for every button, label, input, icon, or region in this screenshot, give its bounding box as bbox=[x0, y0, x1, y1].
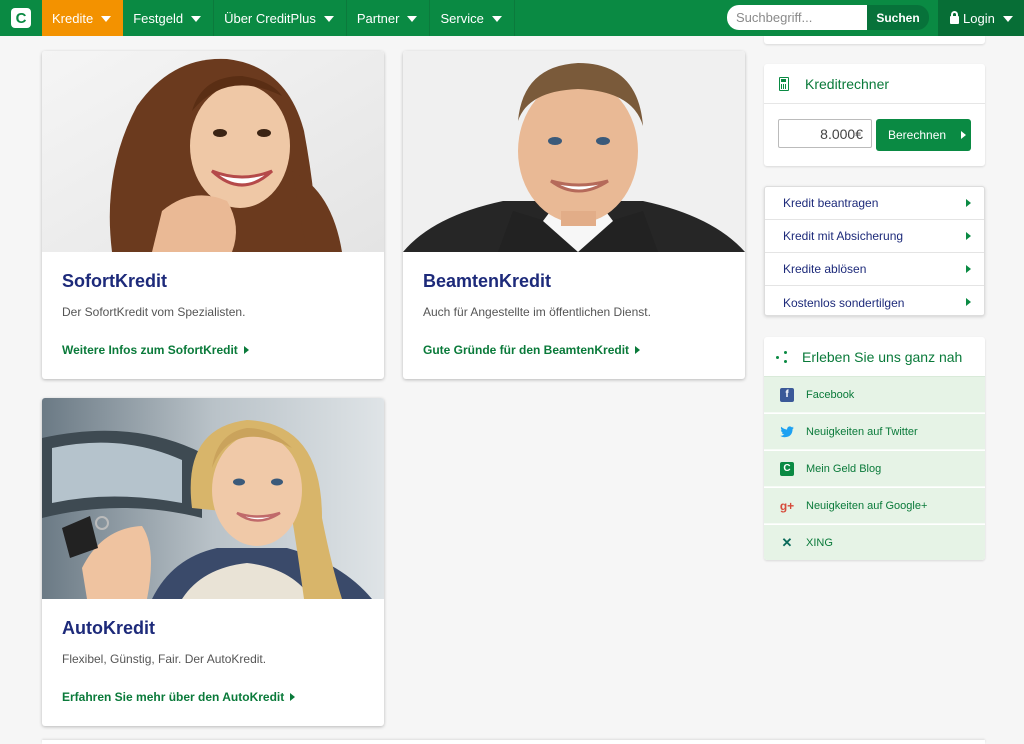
social-label: Neuigkeiten auf Google+ bbox=[806, 499, 928, 512]
card-link-autokredit[interactable]: Erfahren Sie mehr über den AutoKredit bbox=[62, 690, 296, 704]
chevron-down-icon bbox=[491, 15, 502, 22]
card-description: Der SofortKredit vom Spezialisten. bbox=[62, 305, 246, 319]
product-card-sofortkredit: SofortKredit Der SofortKredit vom Spezia… bbox=[42, 51, 384, 379]
social-label: XING bbox=[806, 536, 833, 549]
card-title: BeamtenKredit bbox=[423, 271, 552, 291]
social-link-blog[interactable]: C Mein Geld Blog bbox=[764, 451, 985, 487]
search-button[interactable]: Suchen bbox=[867, 5, 929, 30]
card-title: SofortKredit bbox=[62, 271, 167, 291]
social-label: Neuigkeiten auf Twitter bbox=[806, 425, 918, 438]
quick-link-label: Kredit mit Absicherung bbox=[783, 229, 904, 243]
share-icon bbox=[776, 350, 792, 363]
chevron-right-icon bbox=[966, 265, 971, 273]
nav-item-kredite[interactable]: Kredite bbox=[42, 0, 124, 36]
product-card-beamtenkredit: BeamtenKredit Auch für Angestellte im öf… bbox=[403, 51, 745, 379]
social-title: Erleben Sie uns ganz nah bbox=[802, 348, 963, 365]
social-link-facebook[interactable]: f Facebook bbox=[764, 377, 985, 413]
chevron-right-icon bbox=[635, 346, 641, 354]
nav-label: Service bbox=[440, 10, 484, 26]
social-label: Mein Geld Blog bbox=[806, 462, 882, 475]
card-description: Flexibel, Günstig, Fair. Der AutoKredit. bbox=[62, 652, 267, 666]
top-navigation: C Kredite Festgeld Über CreditPlus Partn… bbox=[0, 0, 1024, 36]
nav-item-service[interactable]: Service bbox=[430, 0, 515, 36]
nav-item-partner[interactable]: Partner bbox=[347, 0, 431, 36]
main-menu: Kredite Festgeld Über CreditPlus Partner… bbox=[42, 0, 515, 36]
social-media-box: Erleben Sie uns ganz nah f Facebook Neui… bbox=[764, 337, 985, 560]
chevron-right-icon bbox=[966, 199, 971, 207]
quick-link-kredit-mit-absicherung[interactable]: Kredit mit Absicherung bbox=[765, 220, 984, 253]
twitter-icon bbox=[780, 425, 794, 439]
nav-label: Festgeld bbox=[133, 10, 184, 26]
product-card-autokredit: AutoKredit Flexibel, Günstig, Fair. Der … bbox=[42, 398, 384, 726]
quick-link-label: Kredite ablösen bbox=[783, 262, 867, 276]
chevron-down-icon bbox=[191, 15, 202, 22]
quick-link-label: Kostenlos sondertilgen bbox=[783, 295, 905, 310]
chevron-right-icon bbox=[966, 232, 971, 240]
social-link-xing[interactable]: ✕ XING bbox=[764, 525, 985, 560]
social-link-twitter[interactable]: Neuigkeiten auf Twitter bbox=[764, 414, 985, 450]
xing-icon: ✕ bbox=[781, 534, 793, 550]
quick-link-kredite-abloesen[interactable]: Kredite ablösen bbox=[765, 253, 984, 286]
social-link-google-plus[interactable]: g+ Neuigkeiten auf Google+ bbox=[764, 488, 985, 524]
logo-mark: C bbox=[11, 8, 31, 28]
card-link-label: Weitere Infos zum SofortKredit bbox=[62, 343, 238, 357]
chevron-down-icon bbox=[1002, 15, 1013, 22]
calculator-title: Kreditrechner bbox=[805, 75, 890, 92]
quick-links: Kredit beantragen Kredit mit Absicherung… bbox=[764, 186, 985, 316]
portrait-photo bbox=[42, 51, 384, 252]
next-row-edge bbox=[42, 740, 985, 744]
calculator-icon bbox=[779, 76, 789, 91]
nav-item-festgeld[interactable]: Festgeld bbox=[123, 0, 215, 36]
nav-item-ueber-creditplus[interactable]: Über CreditPlus bbox=[214, 0, 347, 36]
creditplus-logo[interactable]: C bbox=[0, 0, 42, 36]
sidebar-top-box bbox=[764, 36, 985, 44]
social-label: Facebook bbox=[806, 388, 855, 401]
blog-icon: C bbox=[780, 461, 794, 476]
calculate-button[interactable]: Berechnen bbox=[876, 119, 971, 151]
social-header: Erleben Sie uns ganz nah bbox=[764, 337, 985, 377]
quick-link-kostenlos-sondertilgen[interactable]: Kostenlos sondertilgen bbox=[765, 286, 984, 319]
credit-calculator: Kreditrechner Berechnen bbox=[764, 64, 985, 166]
nav-label: Partner bbox=[356, 10, 400, 26]
chevron-right-icon bbox=[290, 693, 296, 701]
card-link-sofortkredit[interactable]: Weitere Infos zum SofortKredit bbox=[62, 343, 249, 357]
card-description: Auch für Angestellte im öffentlichen Die… bbox=[423, 305, 651, 319]
search-input[interactable] bbox=[727, 5, 867, 30]
chevron-right-icon bbox=[966, 298, 971, 306]
chevron-down-icon bbox=[407, 15, 418, 22]
calculate-label: Berechnen bbox=[888, 128, 947, 142]
chevron-down-icon bbox=[101, 15, 112, 22]
google-plus-icon: g+ bbox=[779, 498, 795, 513]
login-label: Login bbox=[963, 10, 995, 26]
chevron-right-icon bbox=[243, 346, 249, 354]
chevron-right-icon bbox=[961, 131, 966, 139]
chevron-down-icon bbox=[323, 15, 334, 22]
card-link-label: Erfahren Sie mehr über den AutoKredit bbox=[62, 690, 285, 704]
portrait-photo bbox=[42, 398, 384, 599]
nav-label: Kredite bbox=[52, 10, 94, 26]
card-link-beamtenkredit[interactable]: Gute Gründe für den BeamtenKredit bbox=[423, 343, 641, 357]
search-form: Suchen bbox=[727, 5, 929, 30]
quick-link-kredit-beantragen[interactable]: Kredit beantragen bbox=[765, 187, 984, 220]
quick-link-label: Kredit beantragen bbox=[783, 196, 879, 210]
loan-amount-input[interactable] bbox=[778, 119, 872, 148]
facebook-icon: f bbox=[780, 387, 794, 402]
calculator-header: Kreditrechner bbox=[764, 64, 985, 104]
login-button[interactable]: Login bbox=[938, 0, 1024, 36]
nav-label: Über CreditPlus bbox=[224, 10, 316, 26]
card-title: AutoKredit bbox=[62, 618, 155, 638]
portrait-photo bbox=[403, 51, 745, 252]
lock-icon bbox=[950, 10, 959, 24]
card-link-label: Gute Gründe für den BeamtenKredit bbox=[423, 343, 630, 357]
